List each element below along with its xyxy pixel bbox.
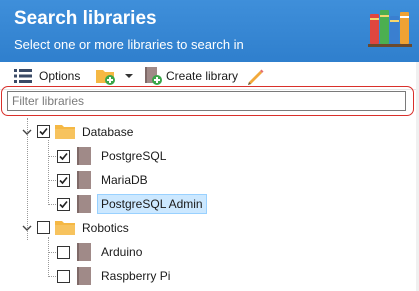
tree-item-postgresql: PostgreSQL	[0, 144, 416, 168]
tree-label[interactable]: Raspberry Pi	[98, 266, 173, 286]
list-options-icon	[14, 68, 32, 83]
checkbox[interactable]	[57, 150, 70, 163]
checkbox[interactable]	[57, 174, 70, 187]
create-library-label: Create library	[166, 68, 239, 83]
tree-folder-robotics: Robotics	[0, 216, 416, 240]
filter-libraries-input[interactable]	[7, 91, 406, 111]
tree-folder-database: Database	[0, 120, 416, 144]
pencil-icon	[248, 69, 264, 85]
checkbox[interactable]	[57, 246, 70, 259]
library-book-icon	[77, 267, 91, 285]
library-book-icon	[77, 195, 91, 213]
add-folder-icon	[96, 69, 115, 85]
tree-item-postgresql-admin: PostgreSQL Admin	[0, 192, 416, 216]
dialog-subtitle: Select one or more libraries to search i…	[14, 37, 244, 52]
library-tree: Database PostgreSQL MariaDB PostgreSQL A…	[0, 118, 416, 291]
checkbox[interactable]	[37, 221, 50, 234]
tree-label[interactable]: PostgreSQL Admin	[97, 194, 207, 214]
tree-label[interactable]: Database	[79, 122, 136, 142]
tree-label[interactable]: MariaDB	[98, 170, 151, 190]
folder-icon	[55, 125, 75, 139]
tree-label[interactable]: PostgreSQL	[98, 146, 169, 166]
dialog-header: Search libraries Select one or more libr…	[0, 0, 419, 62]
library-book-icon	[77, 243, 91, 261]
checkbox[interactable]	[37, 125, 50, 138]
checkbox[interactable]	[57, 198, 70, 211]
chevron-down-icon[interactable]	[21, 222, 33, 234]
folder-icon	[55, 221, 75, 235]
chevron-down-icon	[125, 73, 133, 78]
create-library-icon	[145, 66, 162, 85]
tree-label[interactable]: Arduino	[98, 242, 145, 262]
rename-button[interactable]	[245, 62, 265, 89]
options-label: Options	[39, 68, 81, 83]
checkbox[interactable]	[57, 270, 70, 283]
create-library-button[interactable]: Create library	[143, 62, 238, 89]
tree-item-raspberry-pi: Raspberry Pi	[0, 264, 416, 288]
options-button[interactable]: Options	[13, 62, 80, 89]
library-book-icon	[77, 171, 91, 189]
library-book-icon	[77, 147, 91, 165]
dialog-title: Search libraries	[14, 8, 157, 29]
tree-item-arduino: Arduino	[0, 240, 416, 264]
add-folder-dropdown-button[interactable]	[95, 62, 134, 89]
chevron-down-icon[interactable]	[21, 126, 33, 138]
libraries-books-icon	[368, 10, 412, 47]
tree-item-mariadb: MariaDB	[0, 168, 416, 192]
tree-label[interactable]: Robotics	[79, 218, 132, 238]
